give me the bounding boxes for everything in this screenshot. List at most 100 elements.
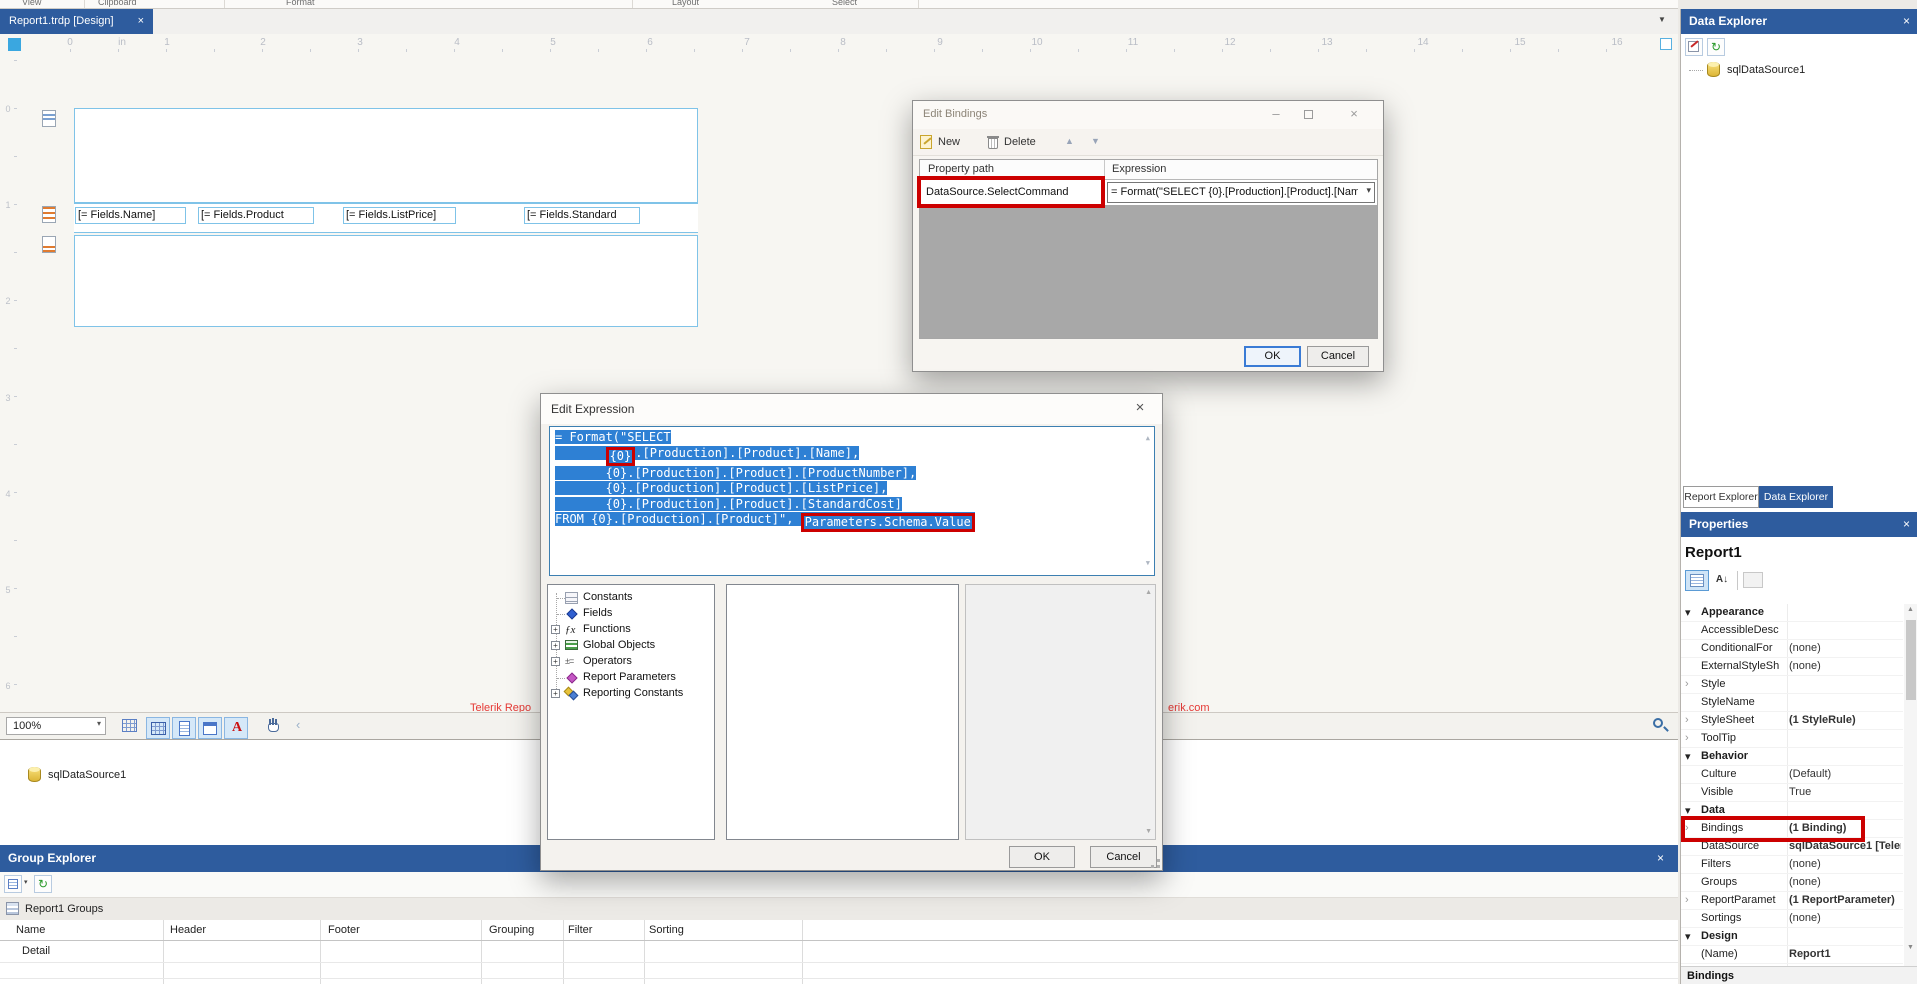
groups-root-item[interactable]: Report1 Groups bbox=[25, 903, 103, 915]
ok-button[interactable]: OK bbox=[1009, 846, 1075, 868]
canvas-corner-icon[interactable] bbox=[1660, 38, 1672, 50]
property-row[interactable]: ExternalStyleSh (none) bbox=[1681, 658, 1903, 676]
move-up-icon[interactable]: ▲ bbox=[1065, 136, 1074, 146]
detail-section-icon[interactable] bbox=[42, 206, 56, 223]
datasource-item[interactable]: sqlDataSource1 bbox=[48, 769, 126, 781]
property-row[interactable]: › Style bbox=[1681, 676, 1903, 694]
property-pages-button[interactable] bbox=[1743, 572, 1763, 588]
tab-report-explorer[interactable]: Report Explorer bbox=[1683, 486, 1759, 508]
close-icon[interactable]: × bbox=[1903, 9, 1910, 34]
magnifier-icon[interactable] bbox=[1652, 717, 1670, 735]
property-row[interactable]: Visible True bbox=[1681, 784, 1903, 802]
refresh-icon[interactable]: ↻ bbox=[34, 875, 52, 893]
scroll-up-icon[interactable]: ▲ bbox=[1146, 431, 1150, 447]
edit-datasource-icon[interactable] bbox=[1685, 38, 1703, 56]
dialog-titlebar[interactable]: Edit Bindings – × bbox=[913, 101, 1383, 129]
categorized-view-button[interactable] bbox=[1685, 570, 1709, 591]
close-icon[interactable]: × bbox=[1118, 394, 1162, 424]
page-footer-section-icon[interactable] bbox=[42, 236, 56, 253]
tree-item-constants[interactable]: Constants bbox=[548, 590, 708, 606]
binding-expression-combo[interactable]: = Format("SELECT {0}.[Production].[Produ… bbox=[1107, 182, 1375, 203]
zoom-level-combo[interactable]: 100% ▾ bbox=[6, 717, 106, 735]
tree-item-reporting-constants[interactable]: + Reporting Constants bbox=[548, 686, 708, 702]
font-preview-button[interactable]: A bbox=[224, 717, 248, 739]
property-row[interactable]: StyleName bbox=[1681, 694, 1903, 712]
tab-close-icon[interactable]: × bbox=[138, 9, 144, 34]
expand-icon[interactable]: + bbox=[551, 641, 560, 650]
property-row[interactable]: ConditionalFor (none) bbox=[1681, 640, 1903, 658]
minimize-icon[interactable]: – bbox=[1261, 101, 1291, 129]
page-header-section[interactable] bbox=[74, 108, 698, 203]
properties-scrollbar[interactable]: ▲ ▼ bbox=[1904, 604, 1917, 966]
property-row[interactable]: (Name) Report1 bbox=[1681, 946, 1903, 964]
show-grid-button[interactable] bbox=[118, 715, 142, 737]
ruler-mark: 9 bbox=[937, 37, 943, 48]
expression-tree-panel[interactable]: Constants Fields + ƒx Functions + Global… bbox=[547, 584, 715, 840]
snap-to-grid-button[interactable] bbox=[146, 717, 170, 739]
ok-button[interactable]: OK bbox=[1244, 346, 1301, 367]
scroll-down-icon[interactable]: ▼ bbox=[1145, 828, 1152, 835]
tree-item-global-objects[interactable]: + Global Objects bbox=[548, 638, 708, 654]
show-rulers-button[interactable] bbox=[198, 717, 222, 739]
tree-item-functions[interactable]: + ƒx Functions bbox=[548, 622, 708, 638]
ribbon-group-label: Layout bbox=[672, 0, 700, 7]
expression-members-panel[interactable] bbox=[726, 584, 959, 840]
page-footer-section[interactable] bbox=[74, 235, 698, 327]
textbox-product-number[interactable]: [= Fields.Product bbox=[198, 207, 314, 224]
close-icon[interactable]: × bbox=[1657, 845, 1664, 872]
move-down-icon[interactable]: ▼ bbox=[1091, 136, 1100, 146]
expand-icon[interactable]: + bbox=[551, 657, 560, 666]
alphabetical-sort-button[interactable]: A↓ bbox=[1711, 570, 1733, 591]
category-behavior[interactable]: ▾ Behavior bbox=[1681, 748, 1903, 766]
scroll-up-icon[interactable]: ▲ bbox=[1145, 589, 1152, 596]
category-design[interactable]: ▾ Design bbox=[1681, 928, 1903, 946]
property-row[interactable]: AccessibleDesc bbox=[1681, 622, 1903, 640]
property-row[interactable]: › StyleSheet (1 StyleRule) bbox=[1681, 712, 1903, 730]
textbox-standard-cost[interactable]: [= Fields.Standard bbox=[524, 207, 640, 224]
show-page-layout-button[interactable] bbox=[172, 717, 196, 739]
property-row[interactable]: Culture (Default) bbox=[1681, 766, 1903, 784]
property-row[interactable]: Groups (none) bbox=[1681, 874, 1903, 892]
scroll-left-icon[interactable]: ‹ bbox=[296, 717, 300, 732]
tree-item-operators[interactable]: + ±= Operators bbox=[548, 654, 708, 670]
maximize-icon[interactable] bbox=[1304, 110, 1313, 119]
report-parameters-icon bbox=[565, 672, 578, 684]
group-view-button[interactable] bbox=[4, 875, 22, 893]
cancel-button[interactable]: Cancel bbox=[1307, 346, 1369, 367]
property-row[interactable]: › ReportParamet (1 ReportParameter) bbox=[1681, 892, 1903, 910]
tree-item-report-parameters[interactable]: Report Parameters bbox=[548, 670, 708, 686]
resize-grip[interactable] bbox=[1151, 859, 1160, 868]
document-tab-label: Report1.trdp [Design] bbox=[9, 15, 114, 27]
dropdown-icon[interactable]: ▾ bbox=[1366, 185, 1371, 196]
tab-data-explorer[interactable]: Data Explorer bbox=[1759, 486, 1833, 508]
cancel-button[interactable]: Cancel bbox=[1090, 846, 1157, 868]
document-tab[interactable]: Report1.trdp [Design] × bbox=[0, 9, 153, 34]
property-row[interactable]: › ToolTip bbox=[1681, 730, 1903, 748]
page-header-section-icon[interactable] bbox=[42, 110, 56, 127]
dialog-titlebar[interactable]: Edit Expression × bbox=[541, 394, 1162, 424]
textbox-list-price[interactable]: [= Fields.ListPrice] bbox=[343, 207, 456, 224]
delete-binding-button[interactable]: Delete bbox=[987, 134, 1049, 152]
dropdown-icon[interactable]: ▾ bbox=[24, 878, 28, 886]
category-appearance[interactable]: ▾ Appearance bbox=[1681, 604, 1903, 622]
tree-item-fields[interactable]: Fields bbox=[548, 606, 708, 622]
property-row[interactable]: Filters (none) bbox=[1681, 856, 1903, 874]
refresh-icon[interactable]: ↻ bbox=[1707, 38, 1725, 56]
ruler-mark: in bbox=[118, 37, 126, 48]
group-row-detail[interactable]: Detail bbox=[22, 945, 50, 957]
ruler-mark: 14 bbox=[1417, 37, 1429, 48]
expression-editor[interactable]: = Format("SELECT {0} .[Production].[Produ… bbox=[549, 426, 1155, 576]
scroll-down-icon[interactable]: ▼ bbox=[1907, 944, 1914, 951]
close-icon[interactable]: × bbox=[1337, 101, 1371, 129]
new-binding-button[interactable]: New bbox=[920, 134, 976, 152]
expand-icon[interactable]: + bbox=[551, 625, 560, 634]
property-row[interactable]: Sortings (none) bbox=[1681, 910, 1903, 928]
data-explorer-tree-item[interactable]: sqlDataSource1 bbox=[1727, 64, 1805, 76]
tab-overflow-icon[interactable]: ▼ bbox=[1658, 15, 1666, 24]
pan-hand-button[interactable] bbox=[262, 715, 286, 737]
scroll-up-icon[interactable]: ▲ bbox=[1907, 606, 1914, 613]
close-icon[interactable]: × bbox=[1903, 512, 1910, 537]
textbox-name[interactable]: [= Fields.Name] bbox=[75, 207, 186, 224]
expand-icon[interactable]: + bbox=[551, 689, 560, 698]
scroll-down-icon[interactable]: ▼ bbox=[1146, 556, 1150, 572]
